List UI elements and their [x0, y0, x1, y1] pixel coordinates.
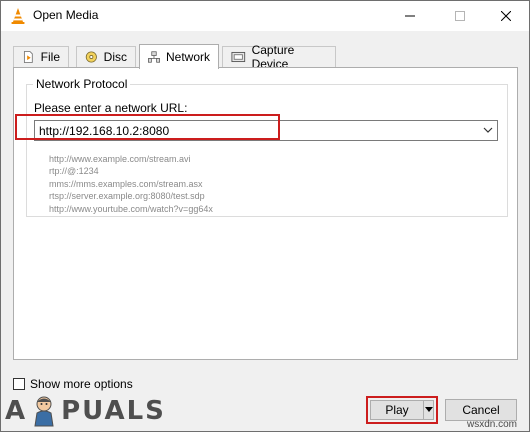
- play-button-highlight: Play: [366, 396, 438, 424]
- minimize-icon: [405, 15, 415, 17]
- play-label: Play: [385, 403, 409, 417]
- maximize-icon: [455, 11, 465, 21]
- vlc-cone-icon: [11, 8, 25, 24]
- chevron-down-icon[interactable]: [483, 125, 493, 135]
- close-icon: [501, 11, 511, 21]
- tab-capture-device[interactable]: Capture Device: [222, 43, 336, 71]
- url-example: mms://mms.examples.com/stream.asx: [49, 178, 203, 189]
- tab-file-label: File: [40, 50, 60, 64]
- url-examples: http://www.example.com/stream.avi rtp://…: [49, 153, 213, 215]
- tab-disc[interactable]: Disc: [76, 46, 136, 67]
- url-example: http://www.example.com/stream.avi: [49, 154, 191, 164]
- url-example: rtsp://server.example.org:8080/test.sdp: [49, 191, 205, 202]
- show-more-options[interactable]: Show more options: [13, 377, 133, 391]
- minimize-button[interactable]: [387, 1, 433, 31]
- capture-device-icon: [231, 51, 246, 63]
- site-watermark: wsxdn.com: [467, 419, 518, 430]
- caret-down-icon: [425, 407, 433, 412]
- title-bar: Open Media: [1, 1, 529, 31]
- open-media-dialog: Open Media File Disc Network Capture Dev…: [0, 0, 530, 432]
- close-button[interactable]: [483, 1, 529, 31]
- url-highlight-box: [15, 114, 280, 140]
- url-example: rtp://@:1234: [49, 166, 99, 177]
- group-title: Network Protocol: [33, 77, 131, 91]
- tab-disc-label: Disc: [103, 50, 127, 64]
- watermark-letter: A: [5, 396, 28, 426]
- disc-icon: [85, 51, 97, 63]
- play-dropdown-button[interactable]: [423, 401, 434, 419]
- network-protocol-group: Network Protocol Please enter a network …: [26, 77, 508, 217]
- url-example: http://www.yourtube.com/watch?v=gg64x: [49, 203, 213, 214]
- cancel-button[interactable]: Cancel: [445, 399, 517, 421]
- show-more-options-label: Show more options: [30, 377, 133, 391]
- show-more-options-checkbox[interactable]: [13, 378, 25, 390]
- file-icon: [23, 51, 33, 63]
- appuals-watermark: A PUALS: [5, 394, 166, 428]
- window-title: Open Media: [33, 8, 99, 22]
- play-button[interactable]: Play: [370, 400, 434, 420]
- watermark-brand: PUALS: [61, 396, 166, 426]
- maximize-button: [437, 1, 483, 31]
- network-icon: [148, 51, 160, 63]
- url-label: Please enter a network URL:: [34, 101, 188, 115]
- tab-file[interactable]: File: [13, 46, 69, 67]
- network-tab-panel: Network Protocol Please enter a network …: [13, 67, 518, 360]
- tab-network-label: Network: [165, 50, 210, 64]
- mascot-icon: [34, 396, 54, 427]
- tab-network[interactable]: Network: [139, 44, 219, 69]
